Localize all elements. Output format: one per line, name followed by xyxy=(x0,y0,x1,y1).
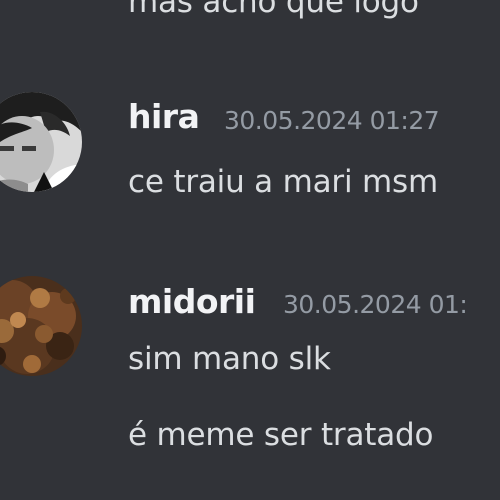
message-text: sim mano slk xyxy=(128,341,331,377)
username[interactable]: midorii xyxy=(128,282,256,322)
message-text: mas acho que logo xyxy=(128,0,419,20)
message-timestamp[interactable]: 30.05.2024 01: xyxy=(283,290,468,320)
username[interactable]: hira xyxy=(128,97,200,137)
brown-textured-avatar-icon xyxy=(0,276,82,376)
user-avatar[interactable] xyxy=(0,276,82,376)
message-text: ce traiu a mari msm xyxy=(128,164,438,200)
chat-message-list: mas acho que logo hira 30.05.2024 01:27 … xyxy=(0,0,500,500)
message-text: é meme ser tratado xyxy=(128,417,434,453)
message-timestamp[interactable]: 30.05.2024 01:27 xyxy=(224,106,440,136)
grayscale-anime-avatar-icon xyxy=(0,92,82,192)
user-avatar[interactable] xyxy=(0,92,82,192)
